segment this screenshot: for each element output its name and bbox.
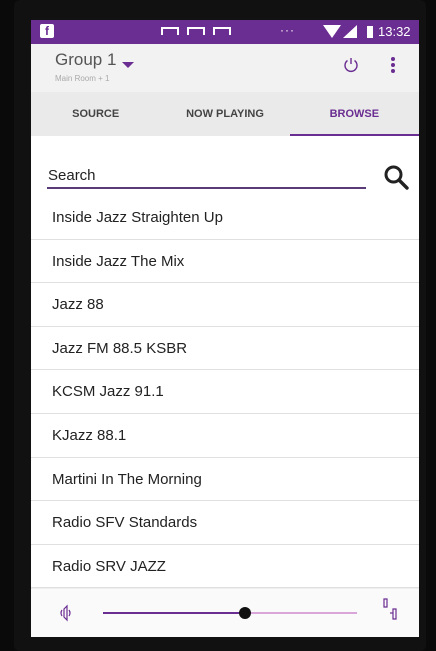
search-input[interactable] — [47, 164, 366, 189]
chevron-down-icon[interactable] — [122, 62, 134, 68]
volume-bar — [31, 588, 419, 637]
tab-source[interactable]: SOURCE — [31, 92, 160, 136]
tab-browse[interactable]: BROWSE — [289, 92, 419, 136]
search-icon[interactable] — [383, 164, 409, 190]
volume-slider-thumb[interactable] — [239, 607, 252, 619]
status-overflow-icon: ··· — [280, 23, 295, 37]
list-item[interactable]: Inside Jazz The Mix — [31, 240, 419, 284]
list-item[interactable]: Jazz FM 88.5 KSBR — [31, 327, 419, 371]
search-bar — [31, 136, 419, 197]
list-item[interactable]: KJazz 88.1 — [31, 414, 419, 458]
battery-icon — [367, 26, 373, 38]
more-vertical-icon[interactable] — [389, 56, 397, 76]
tab-bar: SOURCE NOW PLAYING BROWSE — [31, 92, 419, 137]
power-icon[interactable] — [342, 56, 360, 74]
facebook-icon: f — [40, 24, 54, 38]
notification-icon — [161, 27, 179, 35]
volume-up-icon[interactable] — [380, 597, 402, 621]
list-item[interactable]: KCSM Jazz 91.1 — [31, 370, 419, 414]
app-header: Group 1 Main Room + 1 — [31, 44, 419, 92]
list-item[interactable]: Jazz 88 — [31, 283, 419, 327]
app-screen: f ··· 13:32 Group 1 Main Room + 1 SOURCE… — [31, 20, 419, 637]
list-item[interactable]: Inside Jazz Straighten Up — [31, 196, 419, 240]
group-subtitle: Main Room + 1 — [55, 74, 110, 83]
status-time: 13:32 — [378, 24, 411, 39]
list-item[interactable]: Radio SFV Standards — [31, 501, 419, 545]
notification-icon — [213, 27, 231, 35]
list-item[interactable]: Radio SRV JAZZ — [31, 545, 419, 588]
station-list: Inside Jazz Straighten Up Inside Jazz Th… — [31, 196, 419, 588]
list-item[interactable]: Martini In The Morning — [31, 458, 419, 502]
signal-icon — [343, 25, 357, 38]
status-bar: f ··· 13:32 — [31, 20, 419, 44]
volume-slider-fill — [103, 612, 246, 614]
volume-down-icon[interactable] — [56, 603, 76, 623]
notification-icons — [161, 27, 231, 35]
notification-icon — [187, 27, 205, 35]
wifi-icon — [323, 25, 341, 38]
volume-slider[interactable] — [103, 607, 357, 619]
group-title[interactable]: Group 1 — [55, 50, 116, 70]
tab-now-playing[interactable]: NOW PLAYING — [160, 92, 289, 136]
